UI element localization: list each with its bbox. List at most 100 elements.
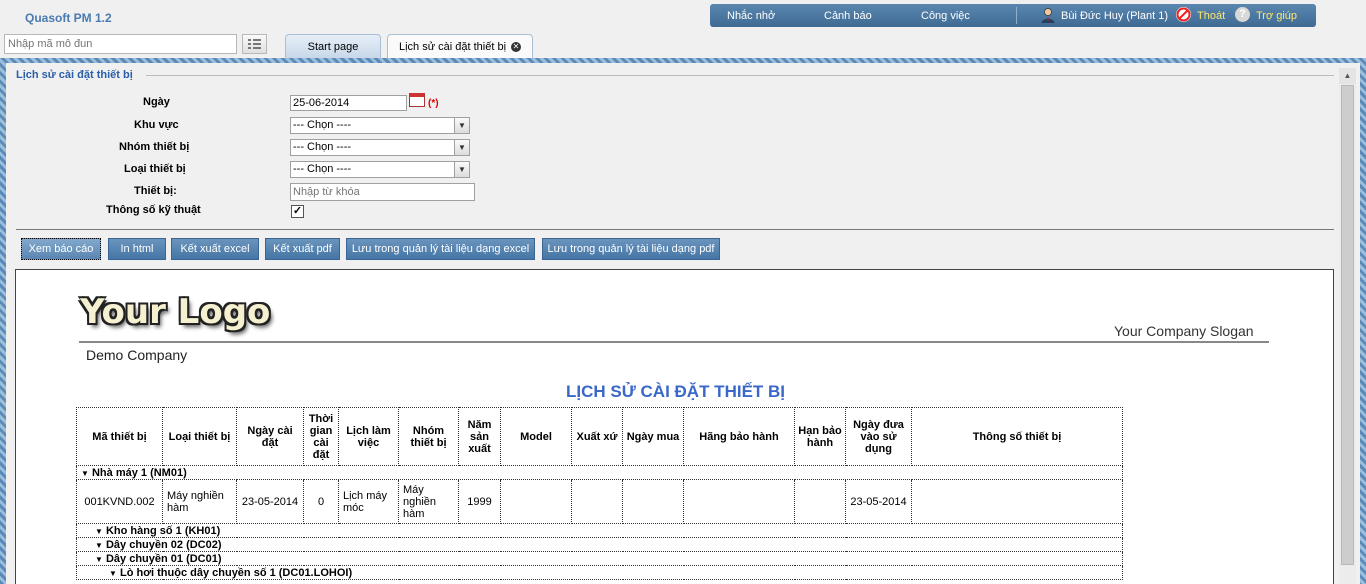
- cell-model: [500, 479, 572, 524]
- main-panel-border: Lịch sử cài đặt thiết bị Ngày 25-06-2014…: [0, 58, 1366, 584]
- device-label: Thiết bị:: [134, 185, 177, 197]
- cell-group: Máy nghiền hàm: [398, 479, 459, 524]
- nav-tasks[interactable]: Công việc: [921, 10, 970, 22]
- column-header[interactable]: Thời gian cài đặt: [303, 407, 339, 466]
- expand-icon[interactable]: ▼: [95, 527, 103, 536]
- group-label: Nhà máy 1 (NM01): [91, 466, 187, 479]
- column-header[interactable]: Thông số thiết bị: [911, 407, 1123, 466]
- logout-link[interactable]: Thoát: [1197, 10, 1225, 22]
- device-search-input[interactable]: [290, 183, 475, 201]
- chevron-down-icon: ▼: [454, 140, 469, 155]
- group-row[interactable]: ▼ Nhà máy 1 (NM01): [76, 465, 1123, 480]
- table-header-row: Mã thiết bị Loại thiết bị Ngày cài đặt T…: [76, 407, 1123, 466]
- column-header[interactable]: Hạn bảo hành: [794, 407, 846, 466]
- report-table: Mã thiết bị Loại thiết bị Ngày cài đặt T…: [76, 407, 1123, 580]
- group-row[interactable]: ▼ Dây chuyền 02 (DC02): [76, 537, 1123, 552]
- scroll-thumb[interactable]: [1341, 85, 1354, 565]
- spec-checkbox[interactable]: ✓: [291, 205, 304, 218]
- date-field[interactable]: 25-06-2014: [290, 95, 407, 111]
- form-divider: [16, 229, 1334, 230]
- print-html-button[interactable]: In html: [108, 238, 166, 260]
- top-nav: Nhắc nhở Cảnh báo Công việc Bùi Đức Huy …: [710, 4, 1316, 27]
- column-header[interactable]: Lịch làm việc: [338, 407, 399, 466]
- group-row[interactable]: ▼ Dây chuyền 01 (DC01): [76, 551, 1123, 566]
- cell-warranty-term: [794, 479, 846, 524]
- column-header[interactable]: Hãng bảo hành: [683, 407, 795, 466]
- nav-reminders[interactable]: Nhắc nhở: [727, 10, 775, 22]
- user-icon: [1041, 8, 1055, 23]
- cell-type: Máy nghiền hàm: [162, 479, 237, 524]
- group-row[interactable]: ▼ Lò hơi thuộc dây chuyền số 1 (DC01.LOH…: [76, 565, 1123, 580]
- column-header[interactable]: Ngày đưa vào sử dụng: [845, 407, 912, 466]
- close-icon[interactable]: ✕: [511, 42, 522, 53]
- column-header[interactable]: Năm sản xuất: [458, 407, 501, 466]
- column-header[interactable]: Loại thiết bị: [162, 407, 237, 466]
- cell-in-use-date: 23-05-2014: [845, 479, 912, 524]
- chevron-down-icon: ▼: [454, 162, 469, 177]
- vertical-scrollbar[interactable]: ▲: [1339, 68, 1356, 584]
- area-select[interactable]: --- Chọn ---- ▼: [290, 117, 470, 134]
- cell-install-date: 23-05-2014: [236, 479, 304, 524]
- cell-install-time: 0: [303, 479, 339, 524]
- company-name: Demo Company: [86, 347, 188, 363]
- tab-install-history[interactable]: Lịch sử cài đặt thiết bị ✕: [387, 34, 533, 58]
- main-panel: Lịch sử cài đặt thiết bị Ngày 25-06-2014…: [6, 63, 1360, 584]
- area-select-value: --- Chọn ----: [293, 119, 352, 131]
- type-select[interactable]: --- Chọn ---- ▼: [290, 161, 470, 178]
- type-label: Loại thiết bị: [124, 163, 186, 175]
- group-label: Kho hàng số 1 (KH01): [105, 524, 221, 537]
- nav-separator: [1016, 7, 1017, 24]
- view-report-button[interactable]: Xem báo cáo: [21, 238, 101, 260]
- tab-label: Start page: [307, 41, 359, 53]
- expand-icon[interactable]: ▼: [109, 569, 117, 578]
- cell-year: 1999: [458, 479, 501, 524]
- scroll-up-icon[interactable]: ▲: [1339, 68, 1356, 84]
- save-excel-button[interactable]: Lưu trong quản lý tài liệu dạng excel: [346, 238, 535, 260]
- form-title-rule: [146, 75, 1334, 76]
- group-label: Nhóm thiết bị: [119, 141, 190, 153]
- user-name[interactable]: Bùi Đức Huy (Plant 1): [1061, 10, 1168, 22]
- cell-warranty-vendor: [683, 479, 795, 524]
- column-header[interactable]: Model: [500, 407, 572, 466]
- list-icon: [248, 39, 261, 49]
- column-header[interactable]: Ngày mua: [622, 407, 684, 466]
- tab-start-page[interactable]: Start page: [285, 34, 381, 58]
- calendar-icon[interactable]: [409, 93, 425, 107]
- tab-label: Lịch sử cài đặt thiết bị: [398, 41, 507, 53]
- form-title: Lịch sử cài đặt thiết bị: [16, 69, 133, 81]
- logout-icon[interactable]: [1176, 7, 1191, 22]
- group-select[interactable]: --- Chọn ---- ▼: [290, 139, 470, 156]
- group-label: Dây chuyền 01 (DC01): [105, 552, 222, 565]
- export-excel-button[interactable]: Kết xuất excel: [171, 238, 259, 260]
- report-header-rule: [79, 341, 1269, 343]
- table-row[interactable]: 001KVND.002 Máy nghiền hàm 23-05-2014 0 …: [76, 479, 1123, 524]
- group-label: Lò hơi thuộc dây chuyền số 1 (DC01.LOHOI…: [119, 566, 353, 579]
- report-title: LỊCH SỬ CÀI ĐẶT THIẾT BỊ: [565, 382, 786, 401]
- expand-icon[interactable]: ▼: [95, 555, 103, 564]
- save-pdf-button[interactable]: Lưu trong quản lý tài liệu dạng pdf: [542, 238, 720, 260]
- export-pdf-button[interactable]: Kết xuất pdf: [265, 238, 340, 260]
- module-search-input[interactable]: [4, 34, 237, 54]
- column-header[interactable]: Mã thiết bị: [76, 407, 163, 466]
- help-icon[interactable]: ?: [1235, 7, 1250, 22]
- chevron-down-icon: ▼: [454, 118, 469, 133]
- cell-origin: [571, 479, 623, 524]
- top-bar: Quasoft PM 1.2 Nhắc nhở Cảnh báo Công vi…: [0, 0, 1366, 30]
- cell-spec: [911, 479, 1123, 524]
- expand-icon[interactable]: ▼: [95, 541, 103, 550]
- nav-warnings[interactable]: Cảnh báo: [824, 10, 872, 22]
- column-header[interactable]: Nhóm thiết bị: [398, 407, 459, 466]
- spec-label: Thông số kỹ thuật: [106, 204, 201, 216]
- group-row[interactable]: ▼ Kho hàng số 1 (KH01): [76, 523, 1123, 538]
- module-list-button[interactable]: [242, 34, 267, 54]
- company-logo: Your Logo: [80, 292, 271, 332]
- type-select-value: --- Chọn ----: [293, 163, 352, 175]
- group-select-value: --- Chọn ----: [293, 141, 352, 153]
- help-link[interactable]: Trợ giúp: [1256, 10, 1297, 22]
- expand-icon[interactable]: ▼: [81, 469, 89, 478]
- report-viewer: Your Logo Your Company Slogan Demo Compa…: [15, 269, 1334, 584]
- column-header[interactable]: Ngày cài đặt: [236, 407, 304, 466]
- column-header[interactable]: Xuất xứ: [571, 407, 623, 466]
- cell-schedule: Lịch máy móc: [338, 479, 399, 524]
- company-slogan: Your Company Slogan: [1114, 323, 1254, 339]
